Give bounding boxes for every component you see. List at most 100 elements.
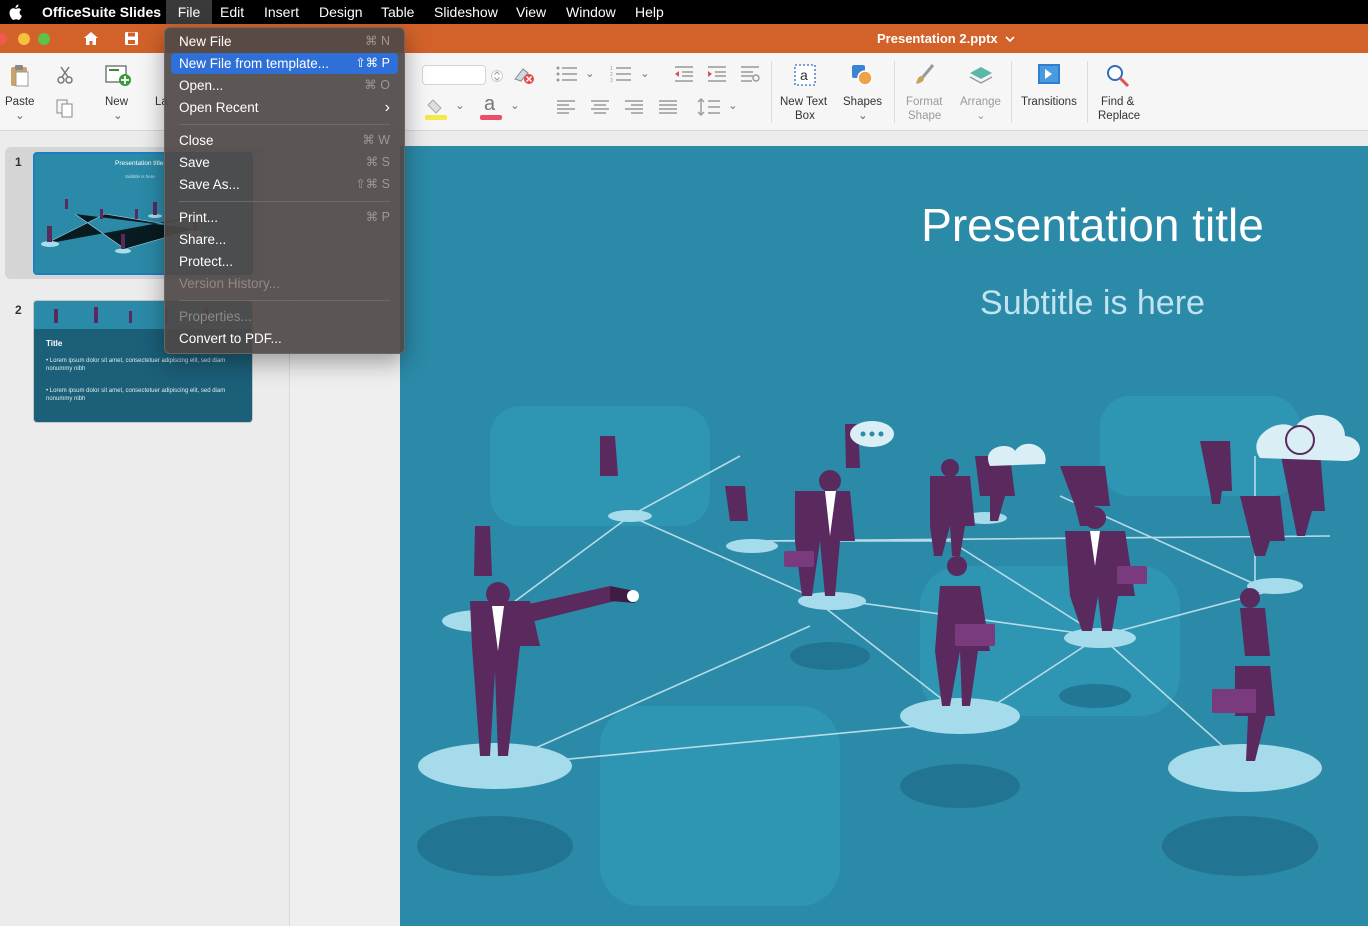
menu-item-close[interactable]: Close ⌘ W (171, 130, 398, 151)
divider (771, 61, 772, 123)
increase-indent-icon[interactable] (707, 65, 727, 88)
menu-item-open-recent[interactable]: Open Recent › (171, 97, 398, 118)
decrease-indent-icon[interactable] (674, 65, 694, 88)
chevron-down-icon (1005, 24, 1015, 53)
menu-separator (179, 201, 390, 202)
menu-item-new-file[interactable]: New File ⌘ N (171, 31, 398, 52)
thumbnail-bullet: • Lorem ipsum dolor sit amet, consectetu… (46, 358, 226, 372)
line-spacing-icon[interactable] (697, 97, 721, 122)
app-name[interactable]: OfficeSuite Slides (42, 0, 161, 24)
menu-item-label: Convert to PDF... (179, 331, 282, 346)
shapes-icon (850, 63, 874, 92)
new-text-box-label-line2: Box (795, 110, 815, 122)
stepper-icon[interactable] (491, 65, 503, 92)
menu-item-new-file-from-template[interactable]: New File from template... ⇧⌘ P (171, 53, 398, 74)
menu-item-label: Save As... (179, 177, 240, 192)
paintbrush-icon (913, 63, 937, 92)
menu-item-convert-to-pdf[interactable]: Convert to PDF... (171, 328, 398, 349)
thumbnail-number: 1 (15, 155, 22, 169)
menu-item-open[interactable]: Open... ⌘ O (171, 75, 398, 96)
chevron-down-icon[interactable]: ⌄ (510, 99, 520, 113)
find-replace-icon (1105, 63, 1131, 94)
file-menu-dropdown: New File ⌘ N New File from template... ⇧⌘ … (164, 27, 405, 354)
menu-item-label: Print... (179, 210, 219, 225)
menu-window[interactable]: Window (566, 0, 616, 24)
menu-item-shortcut: ⌘ O (364, 78, 390, 92)
slide-title[interactable]: Presentation title (890, 198, 1295, 252)
paragraph-settings-icon[interactable] (740, 65, 760, 88)
menu-design[interactable]: Design (319, 0, 363, 24)
copy-icon[interactable] (56, 99, 74, 124)
menu-item-version-history: Version History... (171, 273, 398, 294)
menu-table[interactable]: Table (381, 0, 414, 24)
paste-label: Paste (5, 96, 35, 108)
align-left-icon[interactable] (556, 99, 576, 122)
transitions-label: Transitions (1021, 96, 1077, 108)
menu-item-shortcut: ⌘ P (365, 210, 390, 224)
slide-subtitle[interactable]: Subtitle is here (890, 284, 1295, 323)
chevron-down-icon: ⌄ (858, 110, 868, 122)
chevron-down-icon: ⌄ (15, 110, 25, 122)
menu-help[interactable]: Help (635, 0, 664, 24)
font-color-swatch (480, 115, 502, 120)
highlighter-icon[interactable] (425, 97, 451, 126)
minimize-window-button[interactable] (18, 33, 30, 45)
menu-item-share[interactable]: Share... (171, 229, 398, 250)
document-title[interactable]: Presentation 2.pptx (877, 24, 1015, 53)
menu-separator (179, 300, 390, 301)
close-window-button[interactable] (0, 33, 7, 45)
chevron-down-icon[interactable]: ⌄ (640, 67, 650, 81)
document-title-text: Presentation 2.pptx (877, 31, 998, 46)
font-size-field[interactable] (422, 65, 486, 85)
chevron-down-icon[interactable]: ⌄ (728, 99, 738, 113)
menu-file[interactable]: File (166, 0, 212, 24)
bullet-list-icon[interactable] (556, 65, 578, 88)
justify-icon[interactable] (658, 99, 678, 122)
menu-item-label: Close (179, 133, 214, 148)
thumbnail-bullet-text: Lorem ipsum dolor sit amet, consectetuer… (46, 358, 226, 372)
menu-view[interactable]: View (516, 0, 546, 24)
font-color-letter: a (484, 93, 496, 115)
menu-edit[interactable]: Edit (220, 0, 244, 24)
svg-text:a: a (800, 67, 808, 83)
menu-slideshow[interactable]: Slideshow (434, 0, 498, 24)
format-shape-label-line2: Shape (908, 110, 942, 122)
transitions-icon (1037, 63, 1061, 90)
menu-item-label: New File (179, 34, 232, 49)
divider (894, 61, 895, 123)
thumbnail-number: 2 (15, 303, 22, 317)
menu-item-label: Save (179, 155, 210, 170)
thumbnail-bullet-text: Lorem ipsum dolor sit amet, consectetuer… (46, 388, 226, 402)
thumbnail-title: Title (46, 339, 63, 348)
home-icon[interactable] (83, 31, 99, 51)
font-color-icon[interactable]: a (480, 93, 502, 121)
thumbnail-bullet: • Lorem ipsum dolor sit amet, consectetu… (46, 388, 226, 402)
menu-item-label: Open... (179, 78, 224, 93)
text-box-icon: a (793, 63, 817, 92)
menu-item-protect[interactable]: Protect... (171, 251, 398, 272)
shapes-label: Shapes (843, 96, 883, 108)
chevron-down-icon: ⌄ (976, 110, 986, 122)
align-center-icon[interactable] (590, 99, 610, 122)
save-icon[interactable] (124, 31, 139, 51)
chevron-down-icon[interactable]: ⌄ (455, 99, 465, 113)
apple-menu-icon[interactable] (9, 0, 23, 24)
numbered-list-icon[interactable]: 123 (610, 65, 632, 88)
new-slide-icon (105, 63, 131, 92)
menu-item-print[interactable]: Print... ⌘ P (171, 207, 398, 228)
arrange-icon (968, 63, 994, 92)
menu-item-label: Version History... (179, 276, 281, 291)
cut-icon[interactable] (56, 65, 74, 90)
chevron-down-icon: ⌄ (113, 110, 123, 122)
chevron-down-icon[interactable]: ⌄ (585, 67, 595, 81)
menu-item-label: Protect... (179, 254, 234, 269)
slide-canvas[interactable]: Presentation title Subtitle is here (400, 146, 1368, 926)
find-replace-label-line1: Find & (1101, 96, 1135, 108)
menu-insert[interactable]: Insert (264, 0, 299, 24)
align-right-icon[interactable] (624, 99, 644, 122)
menu-item-save[interactable]: Save ⌘ S (171, 152, 398, 173)
zoom-window-button[interactable] (38, 33, 50, 45)
clear-format-icon[interactable] (513, 65, 535, 90)
menu-item-label: Properties... (179, 309, 252, 324)
menu-item-save-as[interactable]: Save As... ⇧⌘ S (171, 174, 398, 195)
